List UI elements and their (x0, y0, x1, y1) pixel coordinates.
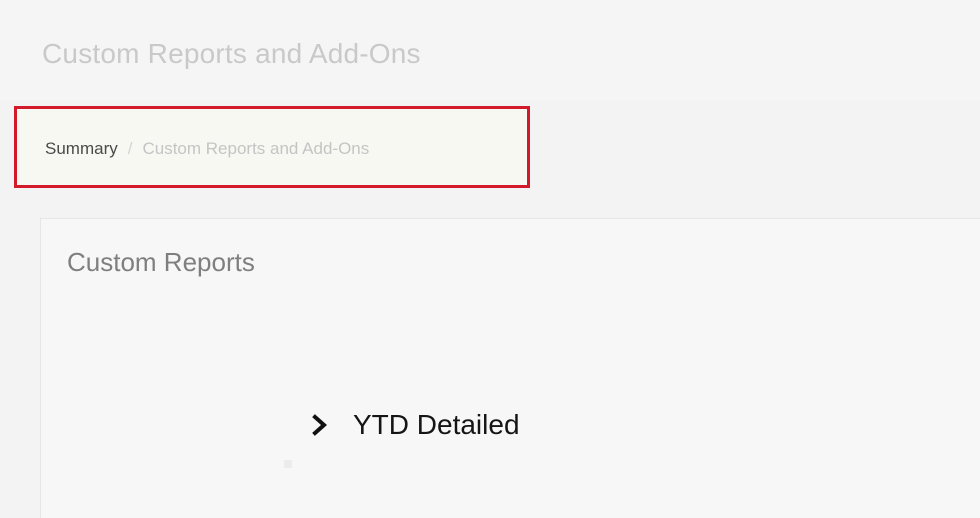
chevron-right-icon (309, 414, 331, 436)
report-item-label: YTD Detailed (353, 409, 520, 440)
breadcrumb-separator: / (127, 139, 133, 158)
card-title: Custom Reports (67, 247, 255, 277)
custom-reports-card: Custom Reports YTD Detailed (40, 218, 980, 518)
decorative-dot (284, 460, 292, 468)
breadcrumb-item-summary[interactable]: Summary (45, 139, 118, 159)
page-header: Custom Reports and Add-Ons (0, 0, 980, 100)
breadcrumb-highlight-box: Summary / Custom Reports and Add-Ons (14, 106, 530, 188)
breadcrumb-item-current: Custom Reports and Add-Ons (142, 139, 370, 158)
report-item-ytd-detailed[interactable]: YTD Detailed (309, 409, 520, 441)
breadcrumb: Summary / Custom Reports and Add-Ons (45, 139, 369, 159)
page-title: Custom Reports and Add-Ons (42, 38, 421, 69)
